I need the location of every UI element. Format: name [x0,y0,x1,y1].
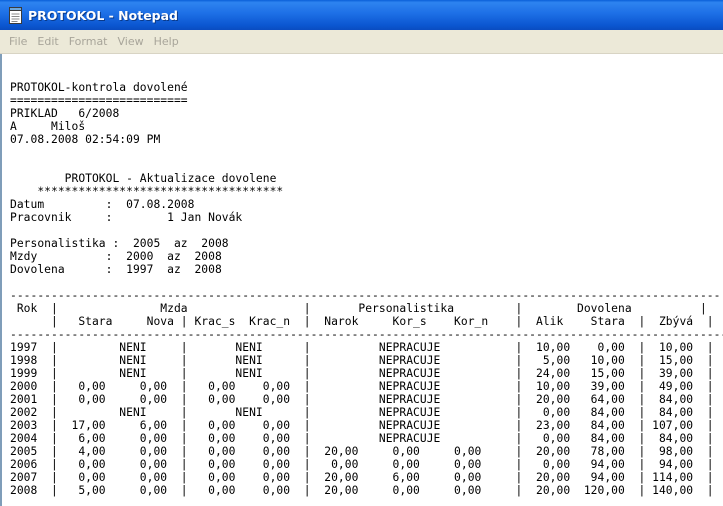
notepad-icon [8,6,23,24]
document-line: 2001 | 0,00 0,00 | 0,00 0,00 | NEPRACUJE… [10,393,714,406]
title-bar[interactable]: PROTOKOL - Notepad [0,0,723,30]
document-line: ************************************ [10,185,284,198]
document-line: PROTOKOL - Aktualizace dovolene [10,172,277,185]
document-line: 2003 | 17,00 6,00 | 0,00 0,00 | NEPRACUJ… [10,419,714,432]
document-line: 2004 | 6,00 0,00 | 0,00 0,00 | NEPRACUJE… [10,432,714,445]
document-line: 1997 | NENI | NENI | NEPRACUJE | 10,00 0… [10,341,714,354]
text-editor[interactable]: PROTOKOL-kontrola dovolené ==============… [0,54,723,506]
document-line: ----------------------------------------… [10,328,723,341]
menu-file[interactable]: File [4,35,32,48]
document-line: 2005 | 4,00 0,00 | 0,00 0,00 | 20,00 0,0… [10,445,714,458]
document-line: ========================== [10,94,188,107]
menu-view[interactable]: View [113,35,149,48]
document-line: ----------------------------------------… [10,289,721,302]
document-line: Datum : 07.08.2008 [10,198,195,211]
document-line: Rok | Mzda | Personalistika | Dovolena | [10,302,707,315]
document-line: Personalistika : 2005 az 2008 [10,237,229,250]
menu-format[interactable]: Format [64,35,113,48]
document-line: Pracovnik : 1 Jan Novák [10,211,243,224]
document-line: Dovolena : 1997 az 2008 [10,263,222,276]
document-line: 2007 | 0,00 0,00 | 0,00 0,00 | 20,00 6,0… [10,471,714,484]
menu-help[interactable]: Help [149,35,184,48]
document-line: 2000 | 0,00 0,00 | 0,00 0,00 | NEPRACUJE… [10,380,714,393]
document-line: PRIKLAD 6/2008 [10,107,120,120]
document-line: 07.08.2008 02:54:09 PM [10,133,161,146]
document-line: PROTOKOL-kontrola dovolené [10,81,188,94]
menu-bar: File Edit Format View Help [0,30,723,54]
document-line: 2002 | NENI | NENI | NEPRACUJE | 0,00 84… [10,406,714,419]
document-line: 2006 | 0,00 0,00 | 0,00 0,00 | 0,00 0,00… [10,458,714,471]
document-line: Mzdy : 2000 az 2008 [10,250,222,263]
window-title: PROTOKOL - Notepad [28,7,179,23]
document-line: | Stara Nova | Krac_s Krac_n | Narok Kor… [10,315,714,328]
document-line: 1999 | NENI | NENI | NEPRACUJE | 24,00 1… [10,367,714,380]
document-line: 2008 | 5,00 0,00 | 0,00 0,00 | 20,00 0,0… [10,484,714,497]
document-line: 1998 | NENI | NENI | NEPRACUJE | 5,00 10… [10,354,714,367]
document-line: A Miloš [10,120,86,133]
menu-edit[interactable]: Edit [32,35,63,48]
